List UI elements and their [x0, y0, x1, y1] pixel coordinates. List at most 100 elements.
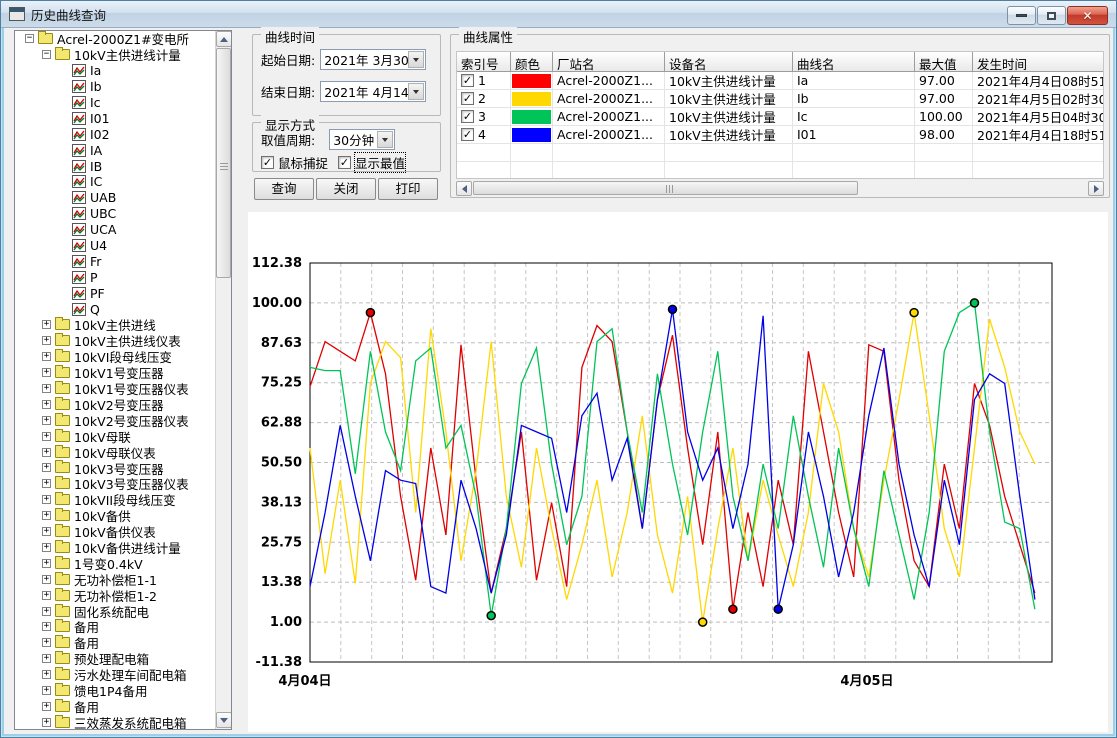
collapse-icon[interactable]: −	[42, 50, 51, 59]
tree-item-I01[interactable]: I01	[15, 110, 215, 126]
expand-icon[interactable]: +	[42, 622, 51, 631]
expand-icon[interactable]: +	[42, 368, 51, 377]
expand-icon[interactable]: +	[42, 463, 51, 472]
tree-item-U4[interactable]: U4	[15, 238, 215, 254]
mouse-capture-checkbox[interactable]: ✓	[261, 156, 274, 169]
expand-icon[interactable]: +	[42, 607, 51, 616]
expand-icon[interactable]: +	[42, 591, 51, 600]
tree-item-Ia[interactable]: Ia	[15, 63, 215, 79]
expand-icon[interactable]: +	[42, 432, 51, 441]
column-header-最大值[interactable]: 最大值	[915, 52, 973, 72]
tree-item-UCA[interactable]: UCA	[15, 222, 215, 238]
curve-visible-checkbox[interactable]: ✓	[461, 110, 474, 123]
tree-item-UBC[interactable]: UBC	[15, 206, 215, 222]
expand-icon[interactable]: +	[42, 400, 51, 409]
table-row[interactable]: ✓3Acrel-2000Z1...10kV主供进线计量Ic100.002021年…	[457, 108, 1104, 126]
scroll-right-button[interactable]	[1088, 181, 1104, 196]
folder-icon	[55, 478, 70, 489]
tree-item-10kV主供进线计量[interactable]: −10kV主供进线计量	[15, 47, 215, 63]
tree-item-label: IB	[90, 159, 102, 174]
maximize-button[interactable]	[1037, 6, 1066, 25]
table-row[interactable]: ✓1Acrel-2000Z1...10kV主供进线计量Ia97.002021年4…	[457, 72, 1104, 90]
expand-icon[interactable]: +	[42, 686, 51, 695]
tree-item-Ib[interactable]: Ib	[15, 79, 215, 95]
curve-icon	[72, 287, 86, 300]
expand-icon[interactable]: +	[42, 384, 51, 393]
series-I01	[310, 309, 1035, 609]
close-icon: ✕	[1082, 9, 1092, 23]
show-extremes-checkbox[interactable]: ✓	[338, 156, 351, 169]
scroll-down-button[interactable]	[216, 712, 232, 728]
start-date-dropdown-button[interactable]	[408, 51, 424, 68]
tree-item-PF[interactable]: PF	[15, 285, 215, 301]
tree-item-三效蒸发系统配电箱[interactable]: +三效蒸发系统配电箱	[15, 714, 215, 730]
svg-text:4月05日: 4月05日	[840, 674, 893, 689]
expand-icon[interactable]: +	[42, 543, 51, 552]
expand-icon[interactable]: +	[42, 448, 51, 457]
tree-item-备用[interactable]: +备用	[15, 619, 215, 635]
tree-item-IB[interactable]: IB	[15, 158, 215, 174]
series-Ic	[310, 303, 1035, 616]
table-row[interactable]: ✓4Acrel-2000Z1...10kV主供进线计量I0198.002021年…	[457, 126, 1104, 144]
tree-item-UAB[interactable]: UAB	[15, 190, 215, 206]
column-header-厂站名[interactable]: 厂站名	[553, 52, 665, 72]
folder-icon	[55, 621, 70, 632]
expand-icon[interactable]: +	[42, 575, 51, 584]
table-row[interactable]: ✓2Acrel-2000Z1...10kV主供进线计量Ib97.002021年4…	[457, 90, 1104, 108]
curve-visible-checkbox[interactable]: ✓	[461, 128, 474, 141]
start-date-picker[interactable]: 2021年 3月30	[320, 49, 426, 70]
expand-icon[interactable]: +	[42, 559, 51, 568]
column-header-索引号[interactable]: 索引号	[457, 52, 511, 72]
expand-icon[interactable]: +	[42, 718, 51, 727]
table-horizontal-scrollbar[interactable]	[456, 181, 1104, 196]
hscroll-thumb[interactable]	[473, 181, 858, 195]
sample-period-dropdown-button[interactable]	[377, 131, 393, 148]
trend-chart[interactable]: 112.38100.0087.6375.2562.8850.5038.1325.…	[248, 212, 1108, 735]
svg-text:38.13: 38.13	[261, 495, 302, 510]
tree-item-固化系统配电[interactable]: +固化系统配电	[15, 603, 215, 619]
tree-item-label: UAB	[90, 190, 116, 205]
svg-text:100.00: 100.00	[252, 296, 302, 311]
tree-item-I02[interactable]: I02	[15, 126, 215, 142]
print-button[interactable]: 打印	[378, 178, 438, 200]
title-bar[interactable]: 历史曲线查询 ✕	[1, 1, 1116, 28]
tree-item-馈电1P4备用[interactable]: +馈电1P4备用	[15, 683, 215, 699]
curve-visible-checkbox[interactable]: ✓	[461, 74, 474, 87]
folder-icon	[55, 606, 70, 617]
expand-icon[interactable]: +	[42, 702, 51, 711]
tree-vertical-scrollbar[interactable]	[215, 31, 231, 729]
expand-icon[interactable]: +	[42, 654, 51, 663]
tree-item-IC[interactable]: IC	[15, 174, 215, 190]
expand-icon[interactable]: +	[42, 495, 51, 504]
expand-icon[interactable]: +	[42, 638, 51, 647]
expand-icon[interactable]: +	[42, 479, 51, 488]
column-header-发生时间[interactable]: 发生时间	[973, 52, 1104, 72]
tree-item-Ic[interactable]: Ic	[15, 95, 215, 111]
display-mode-group: 显示方式 取值周期: 30分钟 ✓ 鼠标捕捉 ✓ 显示最值	[252, 122, 441, 172]
scroll-left-button[interactable]	[456, 181, 472, 196]
end-date-dropdown-button[interactable]	[408, 83, 424, 100]
end-date-picker[interactable]: 2021年 4月14	[320, 81, 426, 102]
sample-period-select[interactable]: 30分钟	[329, 129, 395, 150]
minimize-button[interactable]	[1007, 6, 1036, 25]
query-button[interactable]: 查询	[254, 178, 314, 200]
expand-icon[interactable]: +	[42, 527, 51, 536]
scroll-up-button[interactable]	[216, 31, 232, 47]
expand-icon[interactable]: +	[42, 511, 51, 520]
curve-visible-checkbox[interactable]: ✓	[461, 92, 474, 105]
column-header-曲线名[interactable]: 曲线名	[793, 52, 915, 72]
tree-item-P[interactable]: P	[15, 269, 215, 285]
tree-item-IA[interactable]: IA	[15, 142, 215, 158]
expand-icon[interactable]: +	[42, 352, 51, 361]
expand-icon[interactable]: +	[42, 320, 51, 329]
close-button[interactable]: ✕	[1067, 6, 1108, 25]
collapse-icon[interactable]: −	[25, 34, 34, 43]
expand-icon[interactable]: +	[42, 416, 51, 425]
close-dialog-button[interactable]: 关闭	[316, 178, 376, 200]
expand-icon[interactable]: +	[42, 336, 51, 345]
column-header-设备名[interactable]: 设备名	[665, 52, 793, 72]
tree-item-Fr[interactable]: Fr	[15, 253, 215, 269]
column-header-颜色[interactable]: 颜色	[511, 52, 553, 72]
scroll-thumb[interactable]	[216, 48, 231, 278]
expand-icon[interactable]: +	[42, 670, 51, 679]
